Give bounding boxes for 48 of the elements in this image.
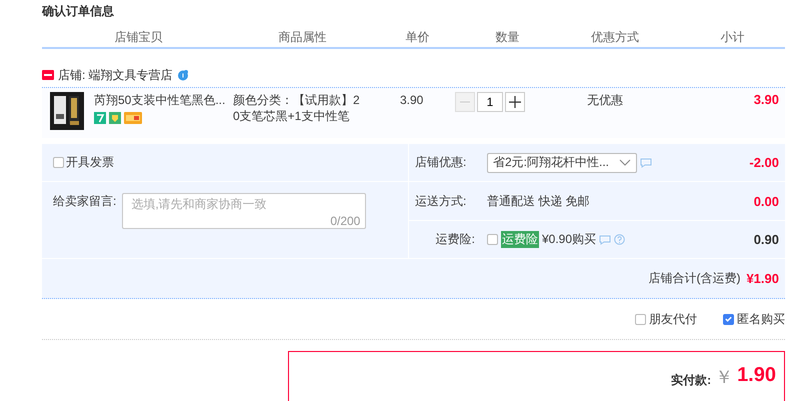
- shop-name[interactable]: 店铺: 端翔文具专营店: [58, 66, 173, 84]
- option-label[interactable]: 朋友代付: [649, 310, 697, 328]
- quantity-field[interactable]: 1: [477, 92, 503, 112]
- chevron-down-icon: [619, 158, 631, 166]
- insurance-checkbox[interactable]: [487, 234, 498, 245]
- help-icon[interactable]: [614, 234, 626, 245]
- option-checkbox[interactable]: [723, 314, 734, 324]
- shipping-label: 运送方式:: [415, 192, 468, 210]
- coupon-label: 店铺优惠:: [415, 154, 468, 171]
- comment-icon[interactable]: [599, 234, 612, 244]
- plus-icon: [509, 96, 521, 108]
- message-label: 给卖家留言:: [53, 193, 116, 209]
- store-badge-icon: [42, 70, 54, 80]
- shipping-amount: 0.00: [752, 194, 780, 208]
- unit-price: 3.90: [399, 92, 424, 108]
- column-header: 数量: [494, 29, 520, 46]
- shop-total: ¥1.90: [746, 271, 779, 286]
- shield-icon: [109, 112, 121, 124]
- increase-button[interactable]: [505, 92, 525, 112]
- insurance-tag: 运费险: [501, 231, 539, 248]
- insurance-amount: 0.90: [752, 232, 780, 247]
- coupon-amount: -2.00: [748, 155, 780, 170]
- subtotal: 3.90: [752, 92, 780, 108]
- shop-total-label: 店铺合计(含运费): [648, 270, 740, 287]
- option-label[interactable]: 匿名购买: [737, 310, 785, 328]
- payment-label: 实付款:: [671, 372, 712, 389]
- comment-icon[interactable]: [640, 158, 652, 168]
- column-header: 商品属性: [278, 29, 328, 46]
- product-attributes: 颜色分类：【试用款】20支笔芯黑+1支中性笔: [233, 92, 361, 124]
- discount-text: 无优惠: [586, 92, 624, 108]
- column-header: 单价: [404, 29, 430, 46]
- shipping-method: 普通配送 快递 免邮: [487, 192, 590, 210]
- seven-day-return-icon: [94, 112, 106, 124]
- payment-amount: 1.90: [737, 364, 776, 387]
- character-counter: 0/200: [330, 214, 360, 228]
- invoice-label[interactable]: 开具发票: [66, 154, 114, 171]
- column-header: 店铺宝贝: [114, 29, 164, 46]
- currency-symbol: ￥: [715, 366, 734, 389]
- product-name[interactable]: 芮翔50支装中性笔黑色...: [94, 92, 226, 108]
- insurance-price: ¥0.90购买: [542, 231, 596, 248]
- card-icon: [124, 112, 142, 124]
- invoice-checkbox[interactable]: [53, 157, 64, 168]
- insurance-label: 运费险:: [434, 231, 476, 248]
- section-title: 确认订单信息: [42, 3, 115, 20]
- column-header: 小计: [720, 29, 746, 46]
- coupon-select[interactable]: 省2元:阿翔花杆中性...: [487, 152, 637, 172]
- option-checkbox[interactable]: [635, 314, 646, 324]
- column-header: 优惠方式: [590, 29, 640, 46]
